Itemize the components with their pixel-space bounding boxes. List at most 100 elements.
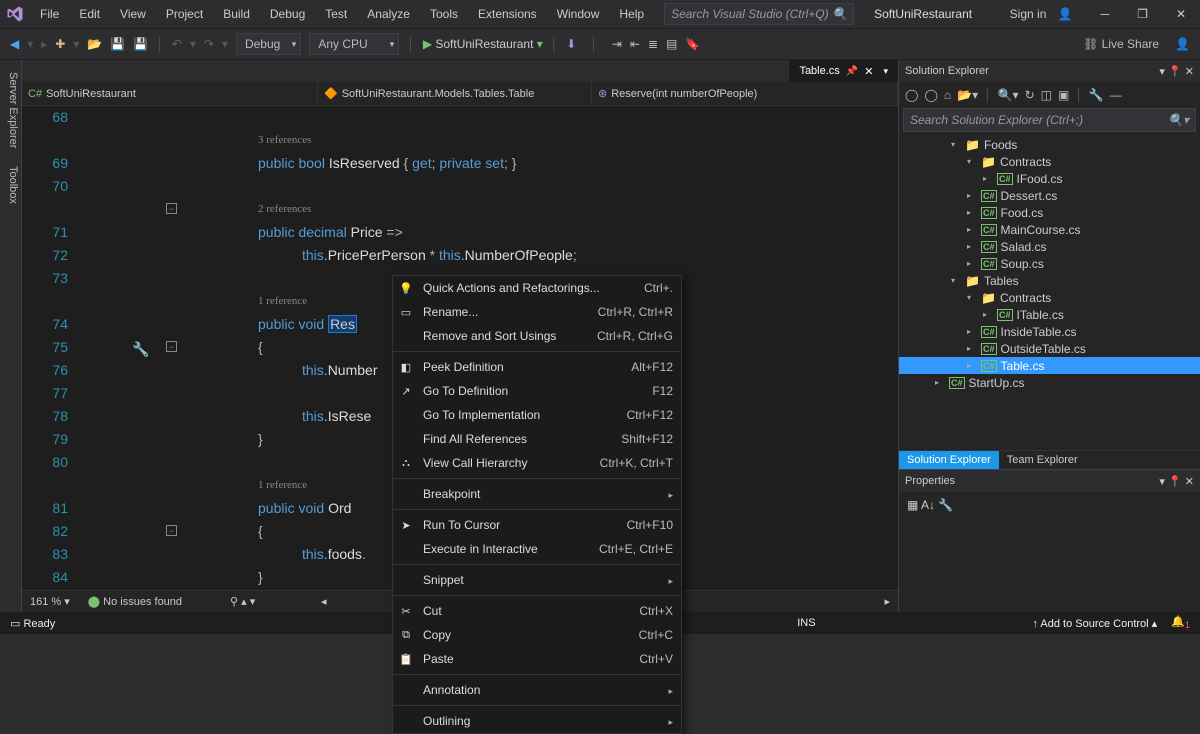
- show-all-icon[interactable]: ◫: [1041, 88, 1052, 102]
- tree-item-salad-cs[interactable]: ▸C#Salad.cs: [899, 238, 1200, 255]
- ctx-remove-and-sort-usings[interactable]: Remove and Sort UsingsCtrl+R, Ctrl+G: [393, 324, 681, 348]
- tree-item-tables[interactable]: ▾📁Tables: [899, 272, 1200, 289]
- menu-view[interactable]: View: [112, 3, 154, 25]
- sync-icon[interactable]: 📂▾: [957, 88, 978, 102]
- tree-item-ifood-cs[interactable]: ▸C#IFood.cs: [899, 170, 1200, 187]
- hscroll-right[interactable]: ▸: [884, 595, 890, 608]
- back-icon[interactable]: ◯: [905, 88, 918, 102]
- bookmark-icon[interactable]: 🔖: [685, 37, 700, 51]
- fwd-icon[interactable]: ◯: [924, 88, 937, 102]
- dropdown-icon[interactable]: ▾: [1159, 476, 1165, 488]
- ctx-rename-[interactable]: ▭Rename...Ctrl+R, Ctrl+R: [393, 300, 681, 324]
- prop-wrench-icon[interactable]: 🔧: [938, 498, 953, 512]
- menu-analyze[interactable]: Analyze: [359, 3, 418, 25]
- pane-close-icon[interactable]: ✕: [1185, 476, 1194, 488]
- tree-item-startup-cs[interactable]: ▸C#StartUp.cs: [899, 374, 1200, 391]
- ctx-copy[interactable]: ⧉CopyCtrl+C: [393, 623, 681, 647]
- ctx-peek-definition[interactable]: ◧Peek DefinitionAlt+F12: [393, 355, 681, 379]
- solution-tree[interactable]: ▾📁Foods▾📁Contracts▸C#IFood.cs▸C#Dessert.…: [899, 132, 1200, 450]
- home-icon[interactable]: ⌂: [944, 88, 951, 102]
- format-icon[interactable]: ≣: [648, 37, 658, 51]
- menu-extensions[interactable]: Extensions: [470, 3, 545, 25]
- nav-type-dropdown[interactable]: 🔶SoftUniRestaurant.Models.Tables.Table: [318, 82, 592, 105]
- menu-debug[interactable]: Debug: [262, 3, 313, 25]
- ctx-breakpoint[interactable]: Breakpoint: [393, 482, 681, 506]
- collapse-icon[interactable]: ▣: [1058, 88, 1069, 102]
- back-button[interactable]: ◀: [10, 37, 19, 51]
- fold-toggle[interactable]: −: [166, 203, 177, 214]
- menu-file[interactable]: File: [32, 3, 67, 25]
- explorer-tab-solution-explorer[interactable]: Solution Explorer: [899, 451, 999, 469]
- menu-edit[interactable]: Edit: [71, 3, 108, 25]
- ctx-find-all-references[interactable]: Find All ReferencesShift+F12: [393, 427, 681, 451]
- properties-icon[interactable]: 🔧: [1089, 88, 1104, 102]
- pin-icon[interactable]: 📍: [1168, 66, 1182, 78]
- save-button[interactable]: 💾: [110, 37, 125, 51]
- sign-in-link[interactable]: Sign in 👤: [994, 1, 1081, 27]
- tree-item-itable-cs[interactable]: ▸C#ITable.cs: [899, 306, 1200, 323]
- menu-build[interactable]: Build: [215, 3, 258, 25]
- ctx-snippet[interactable]: Snippet: [393, 568, 681, 592]
- forward-button[interactable]: ▸: [41, 37, 47, 51]
- tree-item-foods[interactable]: ▾📁Foods: [899, 136, 1200, 153]
- tree-item-insidetable-cs[interactable]: ▸C#InsideTable.cs: [899, 323, 1200, 340]
- ctx-cut[interactable]: ✂CutCtrl+X: [393, 599, 681, 623]
- undo-button[interactable]: ↶: [172, 37, 182, 51]
- new-project-button[interactable]: ✚: [55, 37, 65, 51]
- profile-icon[interactable]: 👤: [1175, 37, 1190, 51]
- start-debug-button[interactable]: ▶ SoftUniRestaurant ▾: [423, 37, 543, 51]
- error-nav[interactable]: ⚲ ▴ ▾: [230, 595, 255, 608]
- categorize-icon[interactable]: ▦: [907, 498, 918, 512]
- menu-help[interactable]: Help: [611, 3, 652, 25]
- pane-close-icon[interactable]: ✕: [1185, 66, 1194, 78]
- menu-test[interactable]: Test: [317, 3, 355, 25]
- zoom-level[interactable]: 161 % ▾: [30, 595, 70, 608]
- preview-icon[interactable]: —: [1110, 88, 1122, 102]
- explorer-tab-team-explorer[interactable]: Team Explorer: [999, 451, 1086, 469]
- open-file-button[interactable]: 📂: [87, 37, 102, 51]
- menu-window[interactable]: Window: [549, 3, 608, 25]
- tree-item-soup-cs[interactable]: ▸C#Soup.cs: [899, 255, 1200, 272]
- fold-toggle[interactable]: −: [166, 525, 177, 536]
- side-tab-toolbox[interactable]: Toolbox: [0, 160, 21, 210]
- save-all-button[interactable]: 💾: [133, 37, 148, 51]
- close-button[interactable]: ✕: [1168, 1, 1194, 27]
- issues-indicator[interactable]: ⬤ No issues found: [88, 595, 182, 608]
- tree-item-dessert-cs[interactable]: ▸C#Dessert.cs: [899, 187, 1200, 204]
- add-source-control-button[interactable]: ↑ Add to Source Control ▴: [1032, 617, 1157, 630]
- minimize-button[interactable]: ─: [1093, 1, 1118, 27]
- tree-item-maincourse-cs[interactable]: ▸C#MainCourse.cs: [899, 221, 1200, 238]
- ctx-annotation[interactable]: Annotation: [393, 678, 681, 702]
- scope-icon[interactable]: 🔍▾: [998, 88, 1019, 102]
- ctx-quick-actions-and-refactorings-[interactable]: 💡Quick Actions and Refactorings...Ctrl+.: [393, 276, 681, 300]
- refresh-icon[interactable]: ↻: [1025, 88, 1035, 102]
- quick-action-icon[interactable]: 🔧: [132, 341, 149, 358]
- dropdown-icon[interactable]: ▾: [1159, 66, 1165, 78]
- live-share-button[interactable]: ⛓ Live Share: [1083, 37, 1159, 51]
- tree-item-contracts[interactable]: ▾📁Contracts: [899, 153, 1200, 170]
- restore-button[interactable]: ❐: [1129, 1, 1156, 27]
- ctx-outlining[interactable]: Outlining: [393, 709, 681, 733]
- outdent-icon[interactable]: ⇤: [630, 37, 640, 51]
- fold-toggle[interactable]: −: [166, 341, 177, 352]
- nav-member-dropdown[interactable]: ⊛Reserve(int numberOfPeople): [592, 82, 898, 105]
- pin-icon[interactable]: 📌: [846, 66, 858, 77]
- hscroll-left[interactable]: ◂: [321, 595, 327, 608]
- ctx-go-to-definition[interactable]: ↗Go To DefinitionF12: [393, 379, 681, 403]
- step-button[interactable]: ⬇: [566, 37, 576, 51]
- ctx-run-to-cursor[interactable]: ➤Run To CursorCtrl+F10: [393, 513, 681, 537]
- redo-button[interactable]: ↷: [204, 37, 214, 51]
- indent-icon[interactable]: ⇥: [612, 37, 622, 51]
- global-search-input[interactable]: Search Visual Studio (Ctrl+Q) 🔍: [664, 3, 854, 25]
- tree-item-food-cs[interactable]: ▸C#Food.cs: [899, 204, 1200, 221]
- solution-explorer-search[interactable]: Search Solution Explorer (Ctrl+;) 🔍▾: [903, 108, 1196, 132]
- comment-icon[interactable]: ▤: [666, 37, 677, 51]
- notifications-icon[interactable]: 🔔1: [1171, 615, 1190, 630]
- tab-close-icon[interactable]: ✕: [864, 65, 873, 78]
- nav-project-dropdown[interactable]: C#SoftUniRestaurant: [22, 82, 318, 105]
- ctx-view-call-hierarchy[interactable]: ⛬View Call HierarchyCtrl+K, Ctrl+T: [393, 451, 681, 475]
- ctx-execute-in-interactive[interactable]: Execute in InteractiveCtrl+E, Ctrl+E: [393, 537, 681, 561]
- menu-tools[interactable]: Tools: [422, 3, 466, 25]
- pin-icon[interactable]: 📍: [1168, 476, 1182, 488]
- tree-item-contracts[interactable]: ▾📁Contracts: [899, 289, 1200, 306]
